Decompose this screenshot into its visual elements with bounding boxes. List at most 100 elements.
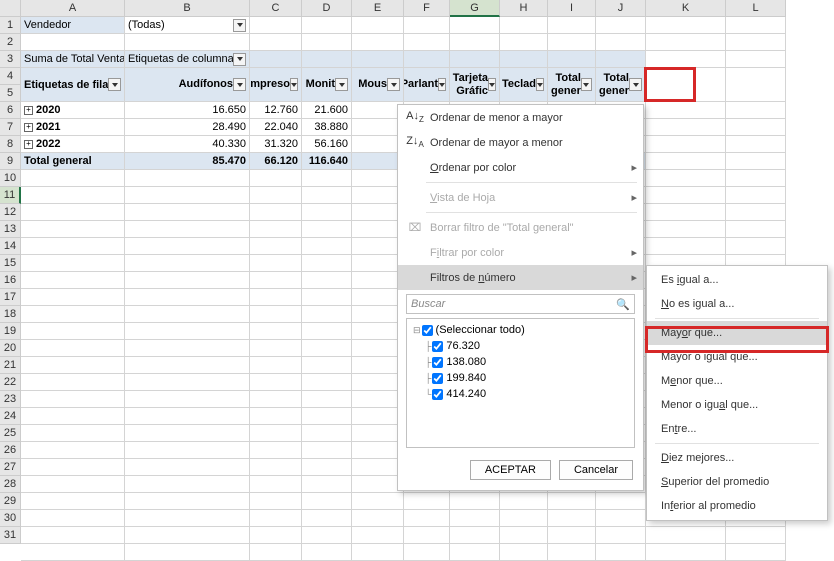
cell[interactable] <box>726 527 786 544</box>
cell[interactable] <box>500 544 548 561</box>
cell[interactable] <box>500 493 548 510</box>
cell[interactable] <box>250 476 302 493</box>
cell[interactable] <box>125 442 250 459</box>
row-header-2[interactable]: 2 <box>0 34 21 51</box>
cell[interactable] <box>302 544 352 561</box>
cell[interactable] <box>450 34 500 51</box>
cell[interactable] <box>21 170 125 187</box>
cell[interactable] <box>21 34 125 51</box>
col-label-3[interactable]: Monit <box>302 68 352 102</box>
col-header-E[interactable]: E <box>352 0 404 17</box>
cell[interactable] <box>250 408 302 425</box>
col-header-G[interactable]: G <box>450 0 500 17</box>
cell[interactable] <box>21 221 125 238</box>
cell[interactable] <box>125 425 250 442</box>
row-header-9[interactable]: 9 <box>0 153 21 170</box>
cell[interactable] <box>450 17 500 34</box>
cell[interactable] <box>646 119 726 136</box>
dropdown-arrow-icon[interactable] <box>581 78 592 91</box>
cell[interactable] <box>125 391 250 408</box>
cell[interactable] <box>125 204 250 221</box>
filter-not-equal[interactable]: No es igual a... <box>647 292 827 316</box>
cell[interactable] <box>404 544 450 561</box>
filter-value-item[interactable]: ├138.080 <box>411 354 630 370</box>
expand-icon[interactable]: + <box>24 140 33 149</box>
filter-lte[interactable]: Menor o igual que... <box>647 393 827 417</box>
row-header-1[interactable]: 1 <box>0 17 21 34</box>
cell[interactable] <box>596 493 646 510</box>
cell[interactable] <box>726 153 786 170</box>
row-header-22[interactable]: 22 <box>0 374 21 391</box>
cell[interactable] <box>646 153 726 170</box>
row-header-15[interactable]: 15 <box>0 255 21 272</box>
col-header-L[interactable]: L <box>726 0 786 17</box>
cell[interactable] <box>302 17 352 34</box>
cell[interactable] <box>726 170 786 187</box>
cell[interactable] <box>21 306 125 323</box>
cell[interactable] <box>302 221 352 238</box>
row-header-21[interactable]: 21 <box>0 357 21 374</box>
cell[interactable] <box>250 238 302 255</box>
cell[interactable] <box>250 527 302 544</box>
cell[interactable] <box>646 51 726 68</box>
cell[interactable] <box>500 34 548 51</box>
row-header-13[interactable]: 13 <box>0 221 21 238</box>
cell[interactable] <box>125 408 250 425</box>
filter-gte[interactable]: Mayor o igual que... <box>647 345 827 369</box>
filter-value-item[interactable]: └414.240 <box>411 386 630 402</box>
cell[interactable] <box>646 187 726 204</box>
dropdown-arrow-icon[interactable] <box>290 78 298 91</box>
cell[interactable] <box>548 34 596 51</box>
cell[interactable] <box>352 527 404 544</box>
filter-value-checkbox[interactable] <box>432 341 443 352</box>
dropdown-arrow-icon[interactable] <box>629 78 642 91</box>
row-header-7[interactable]: 7 <box>0 119 21 136</box>
cell[interactable] <box>302 170 352 187</box>
cell[interactable] <box>250 544 302 561</box>
cell[interactable] <box>125 527 250 544</box>
cell[interactable] <box>250 306 302 323</box>
row-header-29[interactable]: 29 <box>0 493 21 510</box>
cell[interactable] <box>726 119 786 136</box>
cell[interactable] <box>500 510 548 527</box>
cell[interactable] <box>302 493 352 510</box>
cell[interactable] <box>404 493 450 510</box>
cell[interactable] <box>302 34 352 51</box>
cell[interactable] <box>21 442 125 459</box>
cell[interactable] <box>726 17 786 34</box>
cell[interactable] <box>250 204 302 221</box>
col-header-F[interactable]: F <box>404 0 450 17</box>
cell[interactable] <box>125 221 250 238</box>
cell[interactable] <box>548 17 596 34</box>
sort-desc[interactable]: Z↓A Ordenar de mayor a menor <box>398 130 643 155</box>
dropdown-arrow-icon[interactable] <box>438 78 446 91</box>
filter-equal[interactable]: Es igual a... <box>647 268 827 292</box>
filter-value-item[interactable]: ├76.320 <box>411 338 630 354</box>
filter-search[interactable]: Buscar 🔍 <box>406 294 635 314</box>
col-header-B[interactable]: B <box>125 0 250 17</box>
cell[interactable] <box>404 34 450 51</box>
filter-top10[interactable]: Diez mejores... <box>647 446 827 470</box>
cell[interactable] <box>596 510 646 527</box>
cell[interactable] <box>250 391 302 408</box>
cell[interactable] <box>646 68 726 102</box>
cell[interactable] <box>302 289 352 306</box>
cell[interactable] <box>302 272 352 289</box>
dropdown-arrow-icon[interactable] <box>387 78 400 91</box>
cell[interactable] <box>302 187 352 204</box>
cell[interactable] <box>21 340 125 357</box>
cell[interactable] <box>250 357 302 374</box>
cell[interactable] <box>548 510 596 527</box>
row-header-23[interactable]: 23 <box>0 391 21 408</box>
cell[interactable] <box>646 102 726 119</box>
cell[interactable] <box>21 289 125 306</box>
number-filters[interactable]: Filtros de número ▸ <box>398 265 643 290</box>
filter-greater-than[interactable]: Mayor que... <box>647 321 827 345</box>
dropdown-arrow-icon[interactable] <box>488 78 496 91</box>
row-header-25[interactable]: 25 <box>0 425 21 442</box>
row-header-10[interactable]: 10 <box>0 170 21 187</box>
cell[interactable] <box>21 391 125 408</box>
cell[interactable] <box>250 289 302 306</box>
select-all-item[interactable]: ⊟ (Seleccionar todo) <box>411 322 630 338</box>
cell[interactable] <box>125 476 250 493</box>
